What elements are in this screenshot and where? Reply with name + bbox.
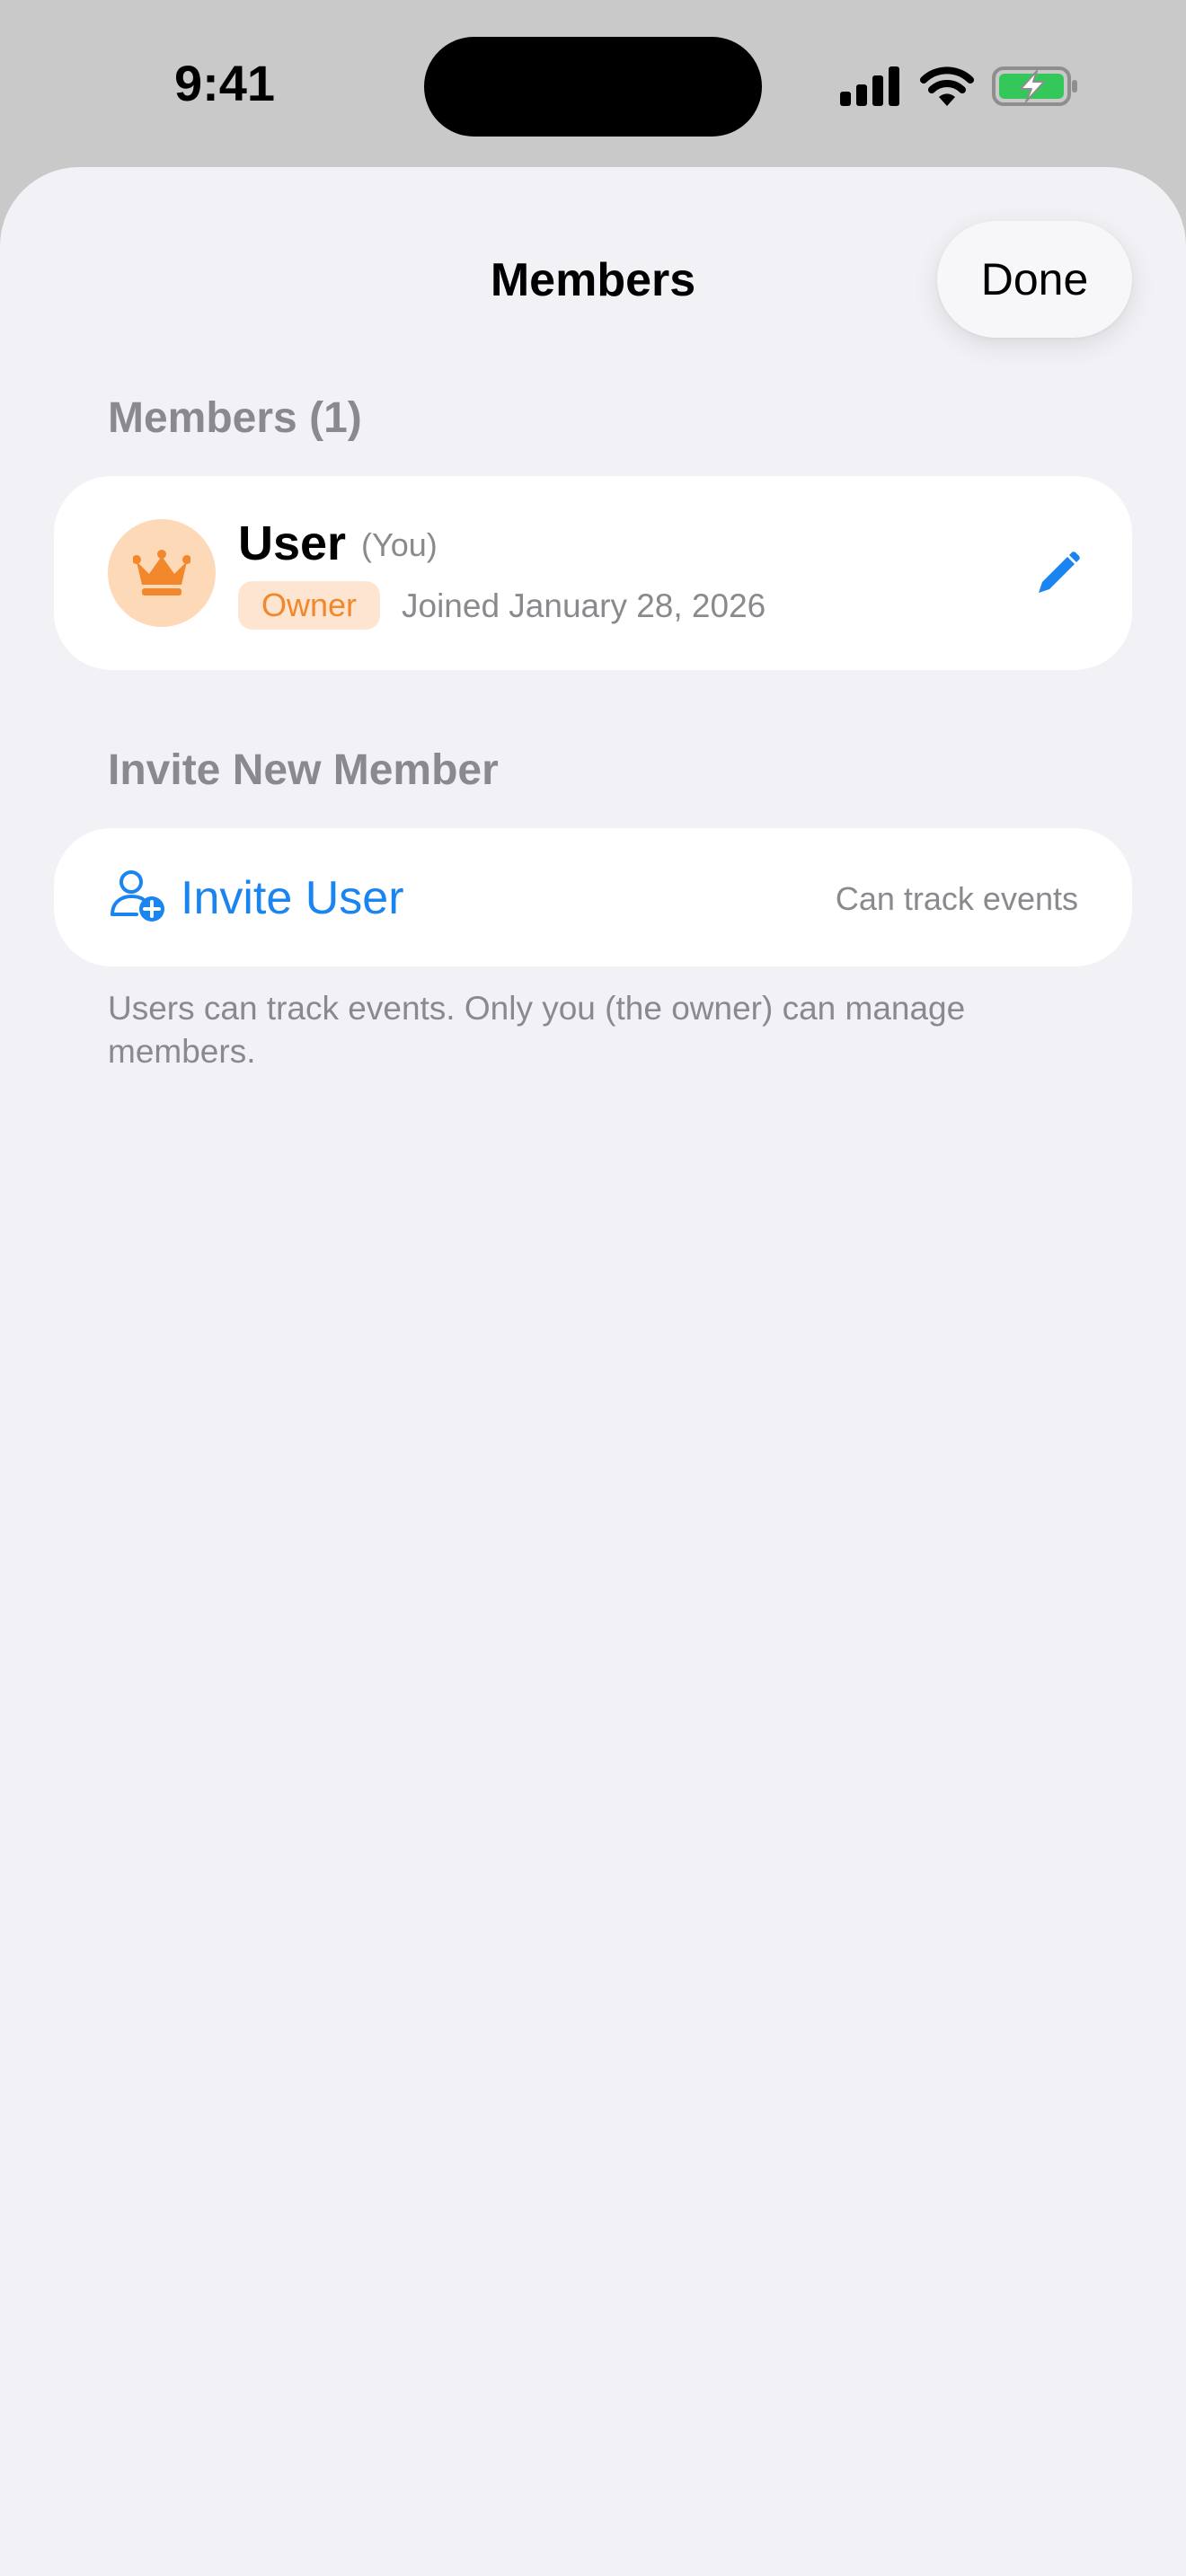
- done-button[interactable]: Done: [937, 221, 1132, 338]
- members-section-header: Members (1): [108, 394, 362, 442]
- invite-section-header: Invite New Member: [108, 746, 499, 794]
- crown-icon: [133, 550, 190, 595]
- role-badge: Owner: [238, 581, 381, 630]
- invite-user-label: Invite User: [181, 872, 404, 924]
- page-title: Members: [490, 254, 696, 306]
- dynamic-island: [424, 37, 762, 137]
- pencil-icon: [1039, 551, 1080, 593]
- wifi-icon: [920, 66, 974, 106]
- edit-member-button[interactable]: [1030, 548, 1084, 602]
- members-sheet: Members Done Members (1) User (You) Owne…: [0, 167, 1186, 2576]
- avatar: [108, 519, 216, 627]
- invite-permission-hint: Can track events: [835, 880, 1078, 917]
- joined-date: Joined January 28, 2026: [402, 587, 766, 624]
- status-time: 9:41: [173, 55, 276, 111]
- invite-user-button[interactable]: Invite User Can track events: [54, 828, 1132, 966]
- battery-charging-icon: [992, 66, 1077, 106]
- member-row[interactable]: User (You) Owner Joined January 28, 2026: [54, 476, 1132, 670]
- person-add-icon: [111, 870, 164, 922]
- you-label: (You): [361, 526, 438, 563]
- member-name: User: [238, 516, 347, 570]
- status-bar: 9:41: [0, 0, 1186, 167]
- signal-icon: [840, 66, 899, 106]
- permissions-footer-note: Users can track events. Only you (the ow…: [108, 990, 966, 1070]
